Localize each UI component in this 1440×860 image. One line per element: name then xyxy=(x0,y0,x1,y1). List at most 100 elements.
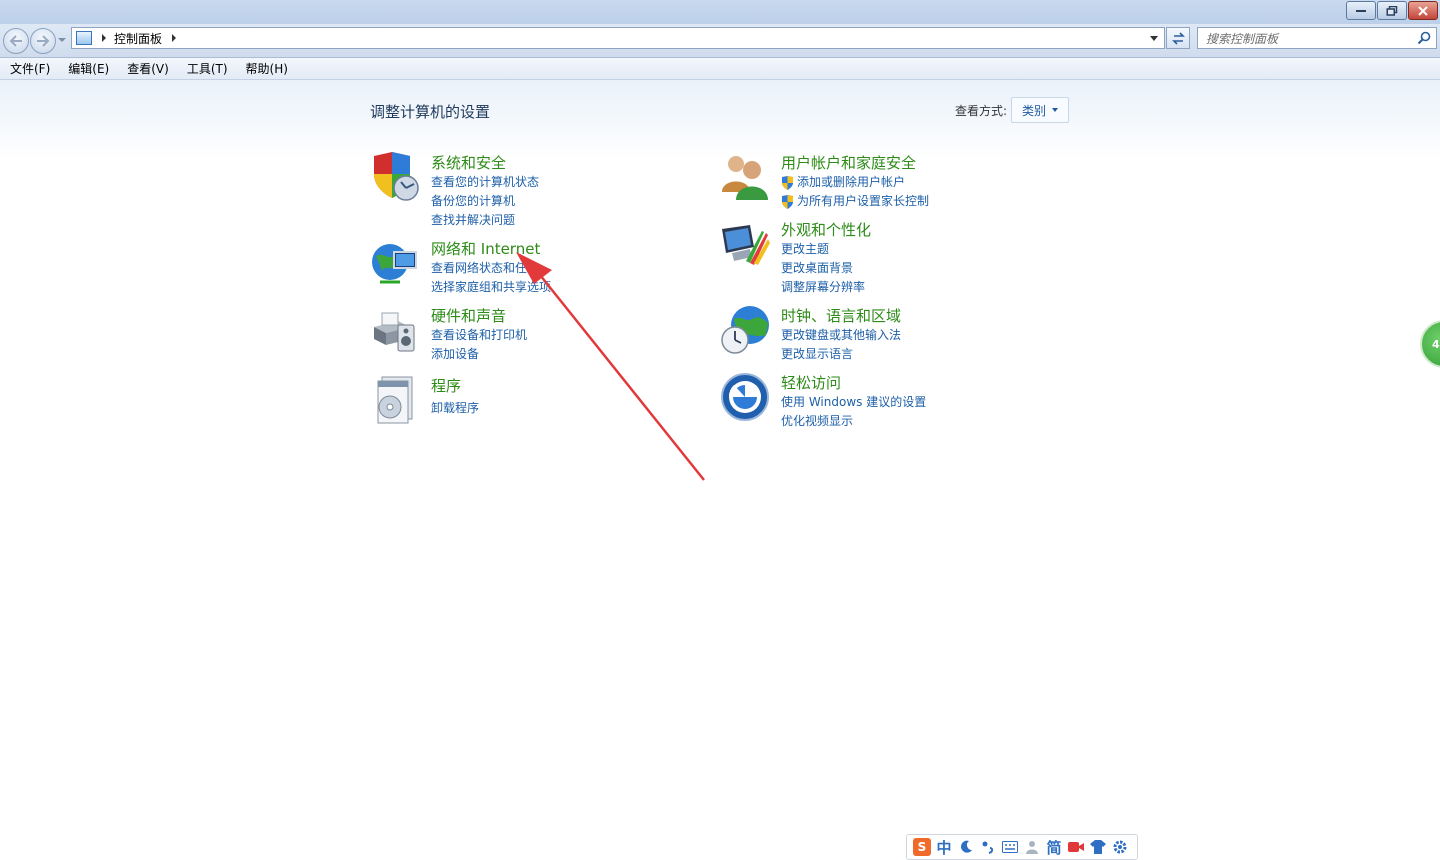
view-by-value: 类别 xyxy=(1022,103,1047,118)
category-links: 添加或删除用户帐户 为所有用户设置家长控制 xyxy=(781,173,929,211)
link-optimize-visual-display[interactable]: 优化视频显示 xyxy=(781,412,926,431)
address-bar[interactable]: 控制面板 xyxy=(71,27,1165,49)
refresh-icon xyxy=(1172,32,1185,45)
title-bar xyxy=(0,0,1440,24)
ime-halfwidth-button[interactable] xyxy=(955,836,977,858)
display-palette-icon xyxy=(722,225,770,265)
menu-file[interactable]: 文件(F) xyxy=(2,59,58,79)
users-icon xyxy=(722,156,768,200)
link-uninstall-program[interactable]: 卸载程序 xyxy=(431,399,479,418)
video-camera-icon xyxy=(1068,842,1084,852)
keyboard-icon xyxy=(1002,841,1018,853)
ime-logo-button[interactable]: S xyxy=(911,836,933,858)
ease-of-access-icon xyxy=(721,373,769,421)
control-panel-icon xyxy=(76,31,92,45)
menu-view[interactable]: 查看(V) xyxy=(119,59,177,79)
ime-settings-button[interactable] xyxy=(1109,836,1131,858)
gear-icon xyxy=(1113,840,1127,854)
link-homegroup-sharing[interactable]: 选择家庭组和共享选项 xyxy=(431,278,551,297)
minimize-button[interactable] xyxy=(1346,1,1376,20)
link-add-device[interactable]: 添加设备 xyxy=(431,345,527,364)
link-find-fix-problems[interactable]: 查找并解决问题 xyxy=(431,211,539,230)
category-title-programs[interactable]: 程序 xyxy=(431,375,461,396)
link-change-theme[interactable]: 更改主题 xyxy=(781,240,865,259)
link-change-desktop-background[interactable]: 更改桌面背景 xyxy=(781,259,865,278)
link-parental-controls[interactable]: 为所有用户设置家长控制 xyxy=(781,192,929,211)
forward-arrow-icon xyxy=(37,35,50,47)
restore-button[interactable] xyxy=(1377,1,1407,20)
category-title-hardware-sound[interactable]: 硬件和声音 xyxy=(431,305,506,326)
menu-bar: 文件(F) 编辑(E) 查看(V) 工具(T) 帮助(H) xyxy=(0,58,1440,80)
breadcrumb-chevron-icon[interactable] xyxy=(172,34,177,42)
link-view-computer-status[interactable]: 查看您的计算机状态 xyxy=(431,173,539,192)
page-title: 调整计算机的设置 xyxy=(370,103,491,121)
link-label: 为所有用户设置家长控制 xyxy=(797,194,930,208)
uac-shield-icon xyxy=(782,175,793,190)
clock-globe-icon xyxy=(721,306,769,354)
search-input[interactable] xyxy=(1198,29,1408,49)
punctuation-icon xyxy=(982,841,994,854)
close-button[interactable] xyxy=(1408,1,1438,20)
category-title-clock-language-region[interactable]: 时钟、语言和区域 xyxy=(781,305,901,326)
ime-user-button[interactable] xyxy=(1021,836,1043,858)
ime-record-button[interactable] xyxy=(1065,836,1087,858)
link-change-keyboard-input[interactable]: 更改键盘或其他输入法 xyxy=(781,326,901,345)
ime-skin-button[interactable] xyxy=(1087,836,1109,858)
link-view-network-status[interactable]: 查看网络状态和任务 xyxy=(431,259,551,278)
tshirt-icon xyxy=(1090,840,1106,854)
ime-simplified-button[interactable]: 简 xyxy=(1043,836,1065,858)
search-icon[interactable] xyxy=(1417,31,1431,45)
ime-punctuation-button[interactable] xyxy=(977,836,999,858)
link-add-remove-accounts[interactable]: 添加或删除用户帐户 xyxy=(781,173,929,192)
minimize-icon xyxy=(1356,9,1366,12)
link-windows-suggested-settings[interactable]: 使用 Windows 建议的设置 xyxy=(781,393,926,412)
programs-disc-icon xyxy=(377,376,413,424)
link-adjust-resolution[interactable]: 调整屏幕分辨率 xyxy=(781,278,865,297)
back-arrow-icon xyxy=(9,35,22,47)
user-icon xyxy=(1026,841,1038,854)
search-box[interactable] xyxy=(1197,27,1437,49)
moon-icon xyxy=(961,840,972,853)
chevron-down-icon xyxy=(1052,108,1059,112)
recent-pages-dropdown[interactable] xyxy=(58,38,66,42)
network-globe-icon xyxy=(372,244,417,284)
ime-toolbar: S 中 简 xyxy=(906,834,1138,860)
breadcrumb-control-panel[interactable]: 控制面板 xyxy=(114,30,162,47)
category-title-user-accounts[interactable]: 用户帐户和家庭安全 xyxy=(781,152,916,173)
ime-mode-button[interactable]: 中 xyxy=(933,836,955,858)
shield-icon xyxy=(374,152,419,201)
sogou-logo-icon: S xyxy=(913,838,931,856)
navigation-bar: 控制面板 xyxy=(0,24,1440,58)
link-change-display-language[interactable]: 更改显示语言 xyxy=(781,345,901,364)
category-links: 使用 Windows 建议的设置 优化视频显示 xyxy=(781,393,926,431)
uac-shield-icon xyxy=(782,194,793,209)
category-title-network-internet[interactable]: 网络和 Internet xyxy=(431,238,540,259)
category-links: 查看设备和打印机 添加设备 xyxy=(431,326,527,364)
view-by-label: 查看方式: xyxy=(955,103,1008,118)
category-links: 更改键盘或其他输入法 更改显示语言 xyxy=(781,326,901,364)
category-links: 更改主题 更改桌面背景 调整屏幕分辨率 xyxy=(781,240,865,297)
breadcrumb-chevron-icon[interactable] xyxy=(102,34,106,42)
category-title-system-security[interactable]: 系统和安全 xyxy=(431,152,506,173)
category-title-appearance[interactable]: 外观和个性化 xyxy=(781,219,871,240)
category-title-ease-of-access[interactable]: 轻松访问 xyxy=(781,372,841,393)
link-view-devices-printers[interactable]: 查看设备和打印机 xyxy=(431,326,527,345)
ime-keyboard-button[interactable] xyxy=(999,836,1021,858)
window-controls xyxy=(1345,1,1438,20)
view-by: 查看方式: 类别 xyxy=(955,97,1070,123)
category-links: 查看您的计算机状态 备份您的计算机 查找并解决问题 xyxy=(431,173,539,230)
category-links: 查看网络状态和任务 选择家庭组和共享选项 xyxy=(431,259,551,297)
back-button[interactable] xyxy=(3,28,29,54)
printer-speaker-icon xyxy=(374,312,415,352)
forward-button[interactable] xyxy=(30,28,56,54)
close-icon xyxy=(1418,5,1428,16)
menu-tools[interactable]: 工具(T) xyxy=(179,59,236,79)
content-area: 调整计算机的设置 查看方式: 类别 系统和安全 查看您的计算机状态 备份您的计算… xyxy=(0,80,1440,860)
view-by-dropdown[interactable]: 类别 xyxy=(1011,97,1070,123)
refresh-button[interactable] xyxy=(1166,27,1190,49)
address-history-dropdown-icon[interactable] xyxy=(1150,36,1158,41)
menu-help[interactable]: 帮助(H) xyxy=(238,59,296,79)
link-backup-computer[interactable]: 备份您的计算机 xyxy=(431,192,539,211)
menu-edit[interactable]: 编辑(E) xyxy=(60,59,117,79)
link-label: 添加或删除用户帐户 xyxy=(797,175,906,189)
